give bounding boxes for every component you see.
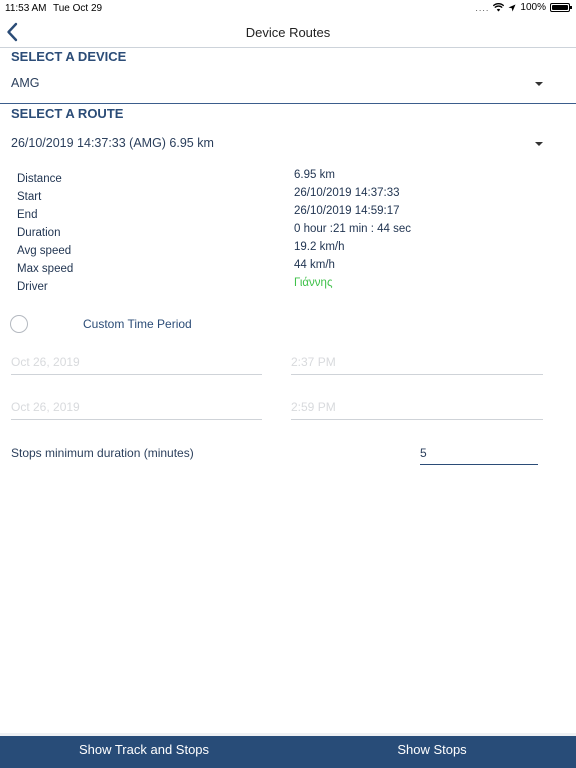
detail-value: 26/10/2019 14:37:33 xyxy=(294,187,400,199)
detail-label: Distance xyxy=(17,173,62,185)
detail-row-max-speed: Max speed 44 km/h xyxy=(17,259,537,281)
page-title: Device Routes xyxy=(245,25,331,40)
show-stops-button[interactable]: Show Stops xyxy=(288,736,576,768)
route-select[interactable]: 26/10/2019 14:37:33 (AMG) 6.95 km xyxy=(0,129,576,159)
detail-row-end: End 26/10/2019 14:59:17 xyxy=(17,205,537,227)
select-device-heading: SELECT A DEVICE xyxy=(11,49,127,64)
detail-row-distance: Distance 6.95 km xyxy=(17,169,537,191)
detail-label: Max speed xyxy=(17,263,74,275)
detail-label: Driver xyxy=(17,281,48,293)
bottom-action-bar: Show Track and Stops Show Stops xyxy=(0,736,576,768)
to-date-value: Oct 26, 2019 xyxy=(11,400,80,414)
status-date: Tue Oct 29 xyxy=(53,3,103,14)
device-select[interactable]: AMG xyxy=(0,69,576,99)
to-time-field[interactable]: 2:59 PM xyxy=(291,396,543,420)
status-time: 11:53 AM xyxy=(5,3,47,14)
from-date-field[interactable]: Oct 26, 2019 xyxy=(11,351,262,375)
detail-row-start: Start 26/10/2019 14:37:33 xyxy=(17,187,537,209)
detail-value: 0 hour :21 min : 44 sec xyxy=(294,223,411,235)
detail-label: End xyxy=(17,209,38,221)
detail-label: Duration xyxy=(17,227,61,239)
to-date-field[interactable]: Oct 26, 2019 xyxy=(11,396,262,420)
detail-value: 44 km/h xyxy=(294,259,335,271)
select-route-heading: SELECT A ROUTE xyxy=(11,106,124,121)
from-time-field[interactable]: 2:37 PM xyxy=(291,351,543,375)
detail-row-avg-speed: Avg speed 19.2 km/h xyxy=(17,241,537,263)
status-bar: 11:53 AM Tue Oct 29 .... 100% xyxy=(0,0,576,16)
detail-row-driver: Driver Γιάννης xyxy=(17,277,537,299)
battery-icon xyxy=(550,3,572,12)
location-arrow-icon xyxy=(508,4,516,11)
custom-time-period-radio[interactable] xyxy=(10,315,28,333)
device-divider xyxy=(0,103,576,104)
detail-row-duration: Duration 0 hour :21 min : 44 sec xyxy=(17,223,537,245)
custom-time-period-option[interactable]: Custom Time Period xyxy=(10,314,310,334)
route-select-value: 26/10/2019 14:37:33 (AMG) 6.95 km xyxy=(11,136,214,150)
from-date-value: Oct 26, 2019 xyxy=(11,355,80,369)
detail-value: 19.2 km/h xyxy=(294,241,345,253)
stops-duration-input[interactable]: 5 xyxy=(420,443,538,465)
battery-percent: 100% xyxy=(520,2,546,13)
detail-label: Avg speed xyxy=(17,245,72,257)
stops-duration-label: Stops minimum duration (minutes) xyxy=(11,446,194,460)
wifi-icon xyxy=(493,3,505,12)
device-select-value: AMG xyxy=(11,76,40,90)
detail-value: 6.95 km xyxy=(294,169,335,181)
caret-down-icon xyxy=(535,82,543,86)
show-track-and-stops-button[interactable]: Show Track and Stops xyxy=(0,736,288,768)
status-indicators: .... 100% xyxy=(475,2,572,13)
custom-time-period-label: Custom Time Period xyxy=(83,317,192,331)
detail-value: 26/10/2019 14:59:17 xyxy=(294,205,400,217)
from-time-value: 2:37 PM xyxy=(291,355,336,369)
driver-name: Γιάννης xyxy=(294,277,333,289)
navigation-bar: Device Routes xyxy=(0,16,576,48)
to-time-value: 2:59 PM xyxy=(291,400,336,414)
signal-dots: .... xyxy=(475,2,490,13)
caret-down-icon xyxy=(535,142,543,146)
stops-duration-value: 5 xyxy=(420,446,427,460)
detail-label: Start xyxy=(17,191,42,203)
